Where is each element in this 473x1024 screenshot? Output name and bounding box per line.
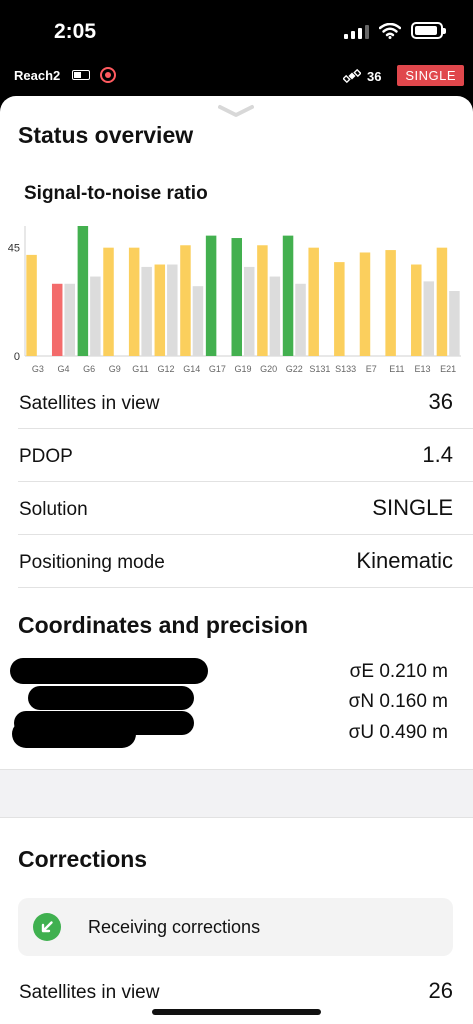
row-label: Satellites in view — [19, 393, 160, 414]
status-bar: 2:05 — [0, 0, 473, 60]
coordinates-title: Coordinates and precision — [18, 612, 309, 638]
row-value: 26 — [428, 978, 453, 1003]
bottom-sheet: Status overview Signal-to-noise ratio 0 4… — [0, 96, 473, 1024]
redaction-bar — [10, 658, 208, 684]
corrections-title: Corrections — [18, 846, 148, 872]
base-snr-bar — [423, 281, 435, 356]
arrow-down-left-icon — [33, 913, 61, 941]
sigma-east: σE 0.210 m — [349, 661, 448, 682]
sheet-handle-chevron-icon[interactable] — [218, 104, 254, 118]
status-row-solution: Solution SINGLE — [18, 482, 473, 535]
x-tick-label: G3 — [32, 364, 44, 374]
rover-snr-bar — [257, 245, 268, 356]
rover-snr-bar — [231, 238, 242, 356]
device-name[interactable]: Reach2 — [14, 68, 60, 83]
corrections-status-card[interactable]: Receiving corrections — [18, 898, 453, 956]
x-tick-label: E7 — [366, 364, 377, 374]
base-snr-bar — [141, 266, 152, 356]
base-snr-bar — [192, 286, 204, 356]
x-tick-label: G9 — [109, 364, 121, 374]
recording-icon[interactable] — [100, 67, 116, 83]
status-row-pdop: PDOP 1.4 — [18, 429, 473, 482]
corrections-status-text: Receiving corrections — [88, 917, 261, 937]
redaction-bar — [28, 686, 194, 710]
clock: 2:05 — [54, 20, 97, 43]
y-tick-label: 45 — [8, 243, 20, 255]
x-tick-label: E11 — [389, 364, 404, 374]
battery-icon — [411, 22, 446, 39]
section-separator — [0, 770, 473, 818]
cellular-signal-icon — [344, 23, 369, 39]
x-tick-label: G4 — [57, 364, 69, 374]
satellite-count[interactable]: 36 — [343, 67, 381, 85]
row-value: 1.4 — [422, 442, 453, 467]
row-value: 36 — [428, 389, 453, 414]
x-tick-label: E21 — [440, 364, 456, 374]
rover-snr-bar — [359, 252, 371, 356]
rover-snr-bar — [385, 250, 396, 356]
wifi-icon — [379, 22, 401, 39]
rover-snr-bar — [282, 235, 294, 356]
x-tick-label: G20 — [260, 364, 277, 374]
x-tick-label: S131 — [309, 364, 330, 374]
sigma-up: σU 0.490 m — [348, 722, 448, 743]
base-snr-bar — [269, 276, 281, 356]
x-tick-label: E13 — [415, 364, 431, 374]
x-tick-label: G11 — [132, 364, 148, 374]
x-tick-label: G12 — [158, 364, 175, 374]
row-value: Kinematic — [356, 548, 453, 573]
status-overview-title: Status overview — [18, 122, 194, 148]
row-value: SINGLE — [372, 495, 453, 520]
device-battery-icon — [72, 70, 90, 80]
device-bar: Reach2 36 SINGLE — [0, 60, 473, 92]
snr-title: Signal-to-noise ratio — [24, 183, 208, 204]
redaction-bar — [12, 720, 136, 748]
rover-snr-bar — [180, 245, 191, 356]
base-snr-bar — [449, 291, 460, 356]
rover-snr-bar — [77, 226, 89, 356]
status-row-positioning-mode: Positioning mode Kinematic — [18, 535, 473, 588]
snr-chart: 0 45 G3 G4 G6 G9 G11 G12 G14 G17 G19 G20 G22 S131 S133… — [8, 226, 461, 374]
rover-snr-bar — [128, 247, 140, 356]
x-tick-label: G22 — [286, 364, 303, 374]
status-row-satellites: Satellites in view 36 — [18, 376, 473, 429]
x-tick-label: G14 — [183, 364, 200, 374]
rover-snr-bar — [436, 247, 448, 356]
base-snr-bar — [295, 283, 306, 356]
rover-snr-bar — [205, 235, 217, 356]
row-label: PDOP — [19, 446, 73, 467]
x-tick-label: G17 — [209, 364, 226, 374]
row-label: Positioning mode — [19, 552, 165, 573]
rover-snr-bar — [26, 254, 37, 356]
coordinates-block: σE 0.210 m σN 0.160 m σU 0.490 m — [0, 656, 473, 770]
row-label: Solution — [19, 499, 88, 520]
row-label: Satellites in view — [19, 982, 160, 1003]
x-tick-label: G19 — [234, 364, 251, 374]
base-snr-bar — [90, 276, 101, 356]
rover-snr-bar — [411, 264, 422, 356]
rover-snr-bar — [154, 264, 166, 356]
rover-snr-bar — [103, 247, 114, 356]
system-icons — [344, 22, 446, 39]
base-snr-bar — [64, 283, 75, 356]
solution-badge[interactable]: SINGLE — [397, 65, 464, 86]
rover-snr-bar — [308, 247, 319, 356]
rover-snr-bar — [51, 283, 63, 356]
base-snr-bar — [167, 264, 178, 356]
satellite-icon — [343, 68, 361, 84]
satellite-count-value: 36 — [367, 68, 382, 84]
sigma-north: σN 0.160 m — [348, 691, 448, 712]
home-indicator[interactable] — [152, 1009, 321, 1015]
base-snr-bar — [244, 266, 255, 356]
x-tick-label: G6 — [83, 364, 95, 374]
y-tick-label: 0 — [14, 351, 20, 363]
x-tick-label: S133 — [335, 364, 356, 374]
rover-snr-bar — [334, 262, 345, 356]
